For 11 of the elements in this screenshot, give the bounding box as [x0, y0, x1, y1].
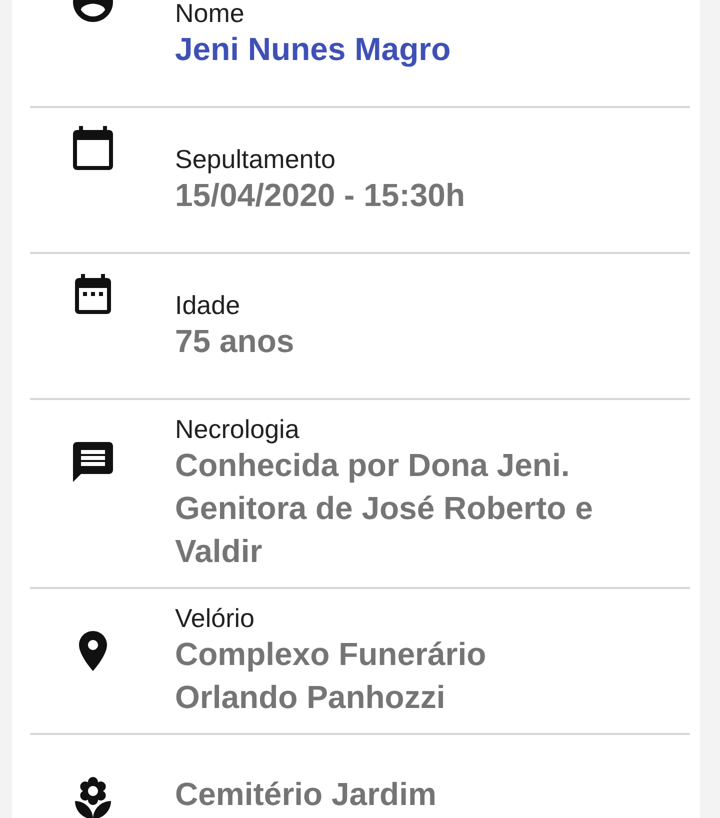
field-value: Cemitério Jardim: [175, 775, 436, 814]
field-label: Idade: [175, 290, 242, 320]
field-value: 15/04/2020 - 15:30h: [175, 176, 465, 214]
field-value: Conhecida por Dona Jeni. Genitora de José Roberto e Valdir: [175, 446, 593, 571]
field-label: Sepultamento: [175, 144, 336, 174]
field-label: Necrologia: [175, 414, 300, 444]
field-value: Complexo Funerário Orlando Panhozzi: [175, 635, 486, 717]
field-label: Velório: [175, 603, 256, 633]
field-value: Jeni Nunes Magro: [175, 30, 451, 69]
field-label: Nome: [175, 0, 246, 28]
field-value: 75 anos: [175, 322, 294, 360]
